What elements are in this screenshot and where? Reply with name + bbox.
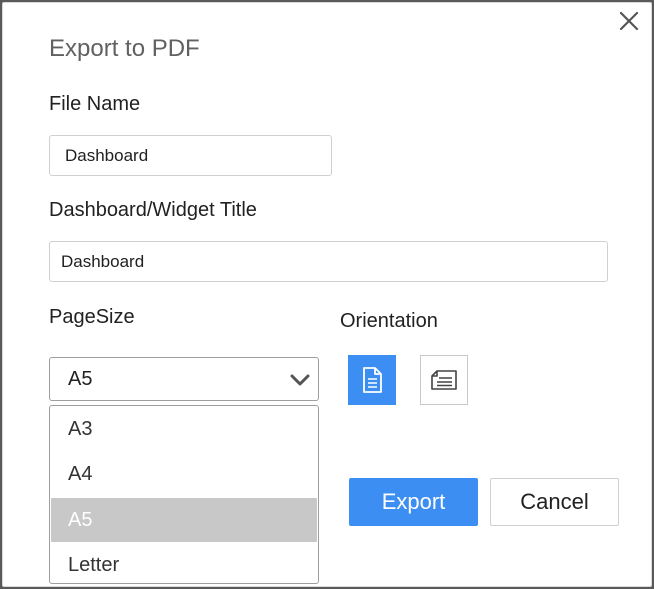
page-size-label: PageSize xyxy=(49,306,135,328)
orientation-portrait-button[interactable] xyxy=(348,355,396,405)
close-icon xyxy=(619,11,639,31)
widget-title-input[interactable]: Dashboard xyxy=(49,241,608,282)
orientation-label: Orientation xyxy=(340,310,438,332)
file-name-value: Dashboard xyxy=(65,145,149,165)
page-size-option-a5[interactable]: A5 xyxy=(51,498,317,542)
widget-title-value: Dashboard xyxy=(61,251,145,271)
chevron-down-icon xyxy=(290,374,310,386)
portrait-page-icon xyxy=(363,367,382,393)
export-button[interactable]: Export xyxy=(349,478,478,526)
file-name-label: File Name xyxy=(49,93,141,115)
dialog-title: Export to PDF xyxy=(49,35,200,62)
landscape-page-icon xyxy=(431,370,457,390)
widget-title-label: Dashboard/Widget Title xyxy=(49,199,257,221)
page-size-option-a4[interactable]: A4 xyxy=(50,452,318,496)
file-name-input[interactable]: Dashboard xyxy=(49,135,332,176)
page-size-selected-value: A5 xyxy=(68,367,93,390)
page-size-option-letter[interactable]: Letter xyxy=(50,543,318,583)
page-size-select[interactable]: A5 xyxy=(49,357,319,401)
export-pdf-dialog: Export to PDF File Name Dashboard Dashbo… xyxy=(2,2,652,587)
page-size-dropdown: A3 A4 A5 Letter xyxy=(49,405,319,584)
page-size-option-a3[interactable]: A3 xyxy=(50,407,318,451)
close-button[interactable] xyxy=(615,7,643,35)
cancel-button[interactable]: Cancel xyxy=(490,478,619,526)
orientation-landscape-button[interactable] xyxy=(420,355,468,405)
